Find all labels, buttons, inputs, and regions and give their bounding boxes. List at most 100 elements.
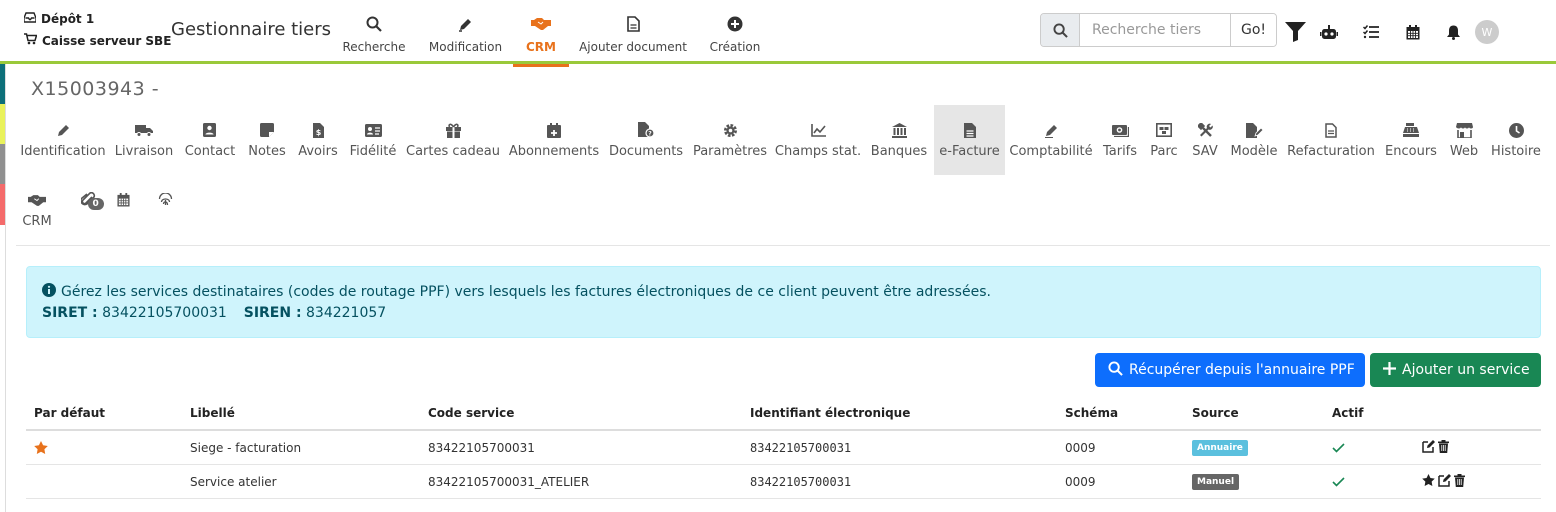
cart-icon xyxy=(24,33,38,48)
tab-refacturation[interactable]: Refacturation xyxy=(1283,105,1379,175)
tab-livraison[interactable]: Livraison xyxy=(110,105,178,175)
svg-text:$: $ xyxy=(315,128,321,137)
tab-label: Modèle xyxy=(1230,144,1278,159)
tab-identification[interactable]: Identification xyxy=(16,105,110,175)
tab-label: Contact xyxy=(184,144,236,159)
tab-label: Tarifs xyxy=(1102,144,1138,159)
calendar-icon[interactable] xyxy=(1391,18,1435,46)
col-actif: Actif xyxy=(1332,405,1364,420)
nav-crm-label: CRM xyxy=(526,40,556,54)
sticky-note-icon xyxy=(260,121,274,139)
tab-encours[interactable]: Encours xyxy=(1379,105,1443,175)
active-check-icon xyxy=(1332,431,1345,464)
user-avatar[interactable]: W xyxy=(1475,20,1499,44)
tab-label: Paramètres xyxy=(692,144,768,159)
add-service-button[interactable]: Ajouter un service xyxy=(1370,353,1541,387)
nav-ajouter-document[interactable]: Ajouter document xyxy=(569,0,697,64)
app-title: Gestionnaire tiers xyxy=(171,19,332,40)
search-icon xyxy=(366,14,382,34)
tab-documents[interactable]: ? Documents xyxy=(604,105,688,175)
tools-icon xyxy=(1197,121,1213,139)
tab-label: e-Facture xyxy=(939,144,1000,159)
siret-label: SIRET : xyxy=(42,305,98,321)
tab-parametres[interactable]: Paramètres xyxy=(688,105,772,175)
tab-avoirs[interactable]: $ Avoirs xyxy=(292,105,344,175)
tab-modele[interactable]: Modèle xyxy=(1225,105,1283,175)
row-actions xyxy=(1422,431,1449,464)
tab-sav[interactable]: SAV xyxy=(1185,105,1225,175)
source-cell: Annuaire xyxy=(1192,431,1248,464)
nav-crm[interactable]: CRM xyxy=(513,0,569,67)
trash-icon[interactable] xyxy=(1438,439,1449,456)
tab-label: Comptabilité xyxy=(1009,144,1093,159)
pencil-icon xyxy=(56,121,71,139)
identifiant-cell: 83422105700031 xyxy=(750,440,852,455)
tab-attachments[interactable]: 0 xyxy=(68,175,108,245)
go-button[interactable]: Go! xyxy=(1230,14,1276,46)
info-circle-icon xyxy=(42,283,56,301)
handshake-icon xyxy=(28,191,46,209)
search-submit-icon-button[interactable] xyxy=(1041,14,1080,46)
tab-label: Abonnements xyxy=(508,144,600,159)
tab-label: Livraison xyxy=(114,144,174,159)
bell-icon[interactable] xyxy=(1435,18,1472,46)
tasks-icon[interactable] xyxy=(1351,18,1391,46)
clock-icon xyxy=(1508,121,1524,139)
record-title: X15003943 - xyxy=(31,78,160,100)
tab-label: Banques xyxy=(870,144,928,159)
attachments-count-badge: 0 xyxy=(87,198,104,210)
tab-tarifs[interactable]: Tarifs xyxy=(1097,105,1143,175)
caisse-selector[interactable]: Caisse serveur SBE xyxy=(24,33,171,48)
tab-web[interactable]: Web xyxy=(1443,105,1485,175)
tab-crm[interactable]: CRM xyxy=(16,175,58,245)
add-service-label: Ajouter un service xyxy=(1402,362,1530,378)
tab-label: Web xyxy=(1449,144,1479,159)
tab-abonnements[interactable]: Abonnements xyxy=(504,105,604,175)
gear-icon xyxy=(723,121,738,139)
plus-icon xyxy=(1383,361,1396,379)
source-badge: Annuaire xyxy=(1192,439,1248,456)
tab-notes[interactable]: Notes xyxy=(242,105,292,175)
tab-fidelite[interactable]: Fidélité xyxy=(344,105,402,175)
libelle-cell: Siege - facturation xyxy=(190,440,302,455)
contact-card-icon xyxy=(203,121,217,139)
tab-fingerprint[interactable] xyxy=(150,175,180,245)
edit-icon[interactable] xyxy=(1422,439,1435,456)
nav-modification[interactable]: Modification xyxy=(418,0,513,64)
tab-contact[interactable]: Contact xyxy=(178,105,242,175)
tab-cartes-cadeau[interactable]: Cartes cadeau xyxy=(402,105,504,175)
tab-calendar[interactable] xyxy=(108,175,138,245)
filter-icon[interactable] xyxy=(1284,18,1306,46)
invoice-dollar-icon: $ xyxy=(312,121,324,139)
tab-champs-stat[interactable]: Champs stat. xyxy=(772,105,864,175)
left-border xyxy=(5,64,6,512)
tab-banques[interactable]: Banques xyxy=(864,105,934,175)
search-icon xyxy=(1052,22,1068,38)
edit-icon[interactable] xyxy=(1438,473,1451,490)
tab-e-facture[interactable]: e-Facture xyxy=(934,105,1005,175)
trash-icon[interactable] xyxy=(1454,473,1465,490)
siren-label: SIREN : xyxy=(243,305,302,321)
file-pen-icon xyxy=(1245,121,1263,139)
tab-comptabilite[interactable]: Comptabilité xyxy=(1005,105,1097,175)
code-service-cell: 83422105700031 xyxy=(428,440,535,455)
warehouse-icon xyxy=(1156,121,1172,139)
calendar-icon xyxy=(116,191,130,209)
nav-recherche[interactable]: Recherche xyxy=(330,0,418,64)
code-service-cell: 83422105700031_ATELIER xyxy=(428,474,590,489)
nav-creation[interactable]: Création xyxy=(697,0,773,64)
tiers-search-input[interactable] xyxy=(1080,14,1230,46)
pen-icon xyxy=(1044,121,1059,139)
record-tabs: Identification Livraison Contact Notes $… xyxy=(16,105,1550,246)
plus-circle-icon xyxy=(727,14,743,34)
tab-label: Refacturation xyxy=(1287,144,1375,159)
table-row: Siege - facturation 83422105700031 83422… xyxy=(26,431,1541,465)
depot-selector[interactable]: Dépôt 1 xyxy=(23,12,94,26)
tab-parc[interactable]: Parc xyxy=(1143,105,1185,175)
robot-icon[interactable] xyxy=(1306,18,1351,46)
services-table: Par défaut Libellé Code service Identifi… xyxy=(26,396,1541,499)
fetch-ppf-directory-button[interactable]: Récupérer depuis l'annuaire PPF xyxy=(1095,353,1365,387)
tab-histoire[interactable]: Histoire xyxy=(1485,105,1547,175)
set-default-star-icon[interactable] xyxy=(1422,474,1435,489)
col-schema: Schéma xyxy=(1065,405,1119,420)
